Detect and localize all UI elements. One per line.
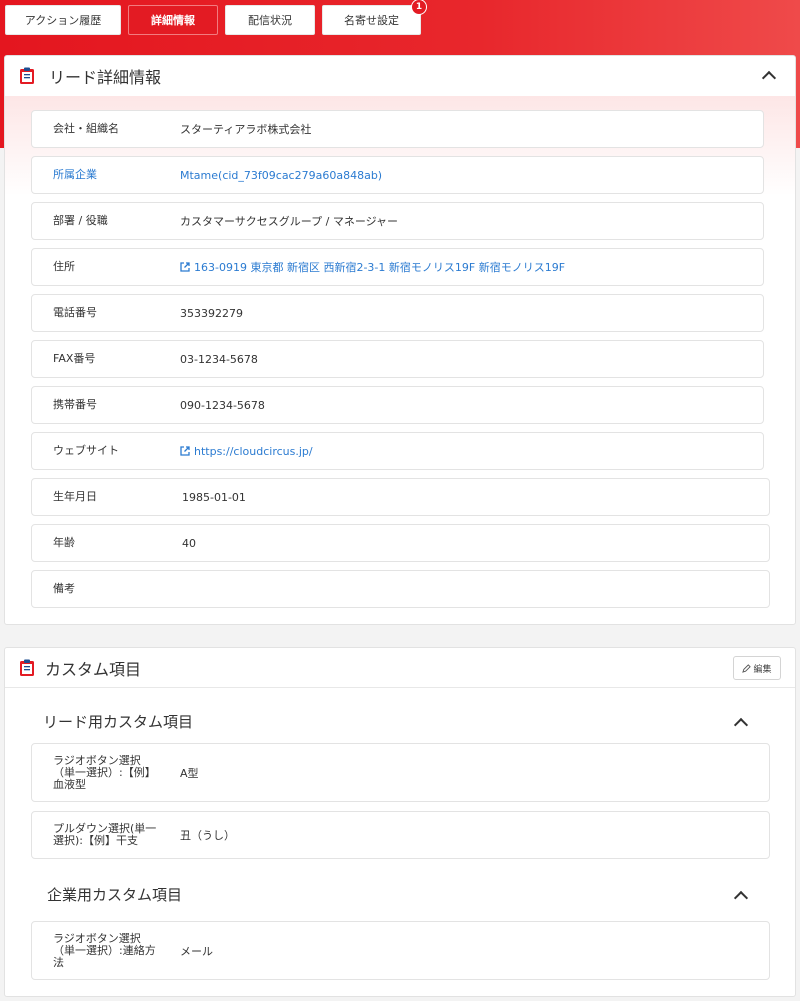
row-value: 090-1234-5678 bbox=[180, 398, 265, 412]
tab-label: 名寄せ設定 bbox=[344, 14, 399, 27]
detail-row-company: 会社・組織名 スターティアラボ株式会社 bbox=[31, 110, 764, 148]
row-value: 40 bbox=[182, 536, 196, 550]
row-value: A型 bbox=[180, 766, 199, 780]
row-value: 353392279 bbox=[180, 306, 243, 320]
custom-row-contact-method: ラジオボタン選択 （単一選択）:連絡方 法 メール bbox=[31, 921, 770, 980]
row-label: ウェブサイト bbox=[53, 444, 119, 457]
row-label: ラジオボタン選択 （単一選択）:連絡方 法 bbox=[53, 931, 156, 969]
row-value: 03-1234-5678 bbox=[180, 352, 258, 366]
custom-row-blood-type: ラジオボタン選択 （単一選択）:【例】 血液型 A型 bbox=[31, 743, 770, 802]
card-title: カスタム項目 bbox=[45, 659, 142, 679]
card-title: リード詳細情報 bbox=[49, 68, 162, 87]
detail-row-department: 部署 / 役職 カスタマーサクセスグループ / マネージャー bbox=[31, 202, 764, 240]
detail-row-phone: 電話番号 353392279 bbox=[31, 294, 764, 332]
detail-row-affiliated-company: 所属企業 Mtame(cid_73f09cac279a60a848ab) bbox=[31, 156, 764, 194]
company-link[interactable]: Mtame(cid_73f09cac279a60a848ab) bbox=[180, 169, 382, 182]
detail-row-notes: 備考 bbox=[31, 570, 770, 608]
tab-bar: アクション履歴 詳細情報 配信状況 名寄せ設定 1 bbox=[5, 0, 427, 35]
row-label[interactable]: 所属企業 bbox=[53, 169, 97, 181]
lead-detail-header: リード詳細情報 bbox=[5, 56, 795, 96]
row-value: メール bbox=[180, 944, 213, 958]
website-text: https://cloudcircus.jp/ bbox=[194, 444, 313, 458]
row-label: 会社・組織名 bbox=[53, 122, 119, 135]
row-label: FAX番号 bbox=[53, 352, 96, 365]
row-label: 生年月日 bbox=[53, 490, 97, 503]
address-text: 163-0919 東京都 新宿区 西新宿2-3-1 新宿モノリス19F 新宿モノ… bbox=[194, 261, 566, 274]
row-label: 年齢 bbox=[53, 536, 75, 549]
custom-row-zodiac: プルダウン選択(単一 選択):【例】干支 丑（うし） bbox=[31, 811, 770, 859]
tab-action-history[interactable]: アクション履歴 bbox=[5, 5, 121, 35]
tab-label: 詳細情報 bbox=[151, 14, 195, 27]
row-label: 携帯番号 bbox=[53, 398, 97, 411]
external-link-icon bbox=[180, 445, 190, 456]
row-value: スターティアラボ株式会社 bbox=[180, 123, 312, 136]
row-label: ラジオボタン選択 （単一選択）:【例】 血液型 bbox=[53, 753, 156, 791]
custom-fields-header: カスタム項目 編集 bbox=[5, 648, 795, 688]
detail-row-mobile: 携帯番号 090-1234-5678 bbox=[31, 386, 764, 424]
tab-delivery-status[interactable]: 配信状況 bbox=[225, 5, 315, 35]
clipboard-icon bbox=[19, 659, 35, 677]
row-label: 住所 bbox=[53, 260, 75, 273]
row-label: 電話番号 bbox=[53, 306, 97, 319]
tab-label: アクション履歴 bbox=[24, 14, 102, 27]
tab-merge-settings[interactable]: 名寄せ設定 1 bbox=[322, 0, 427, 35]
address-link[interactable]: 163-0919 東京都 新宿区 西新宿2-3-1 新宿モノリス19F 新宿モノ… bbox=[180, 259, 565, 275]
edit-label: 編集 bbox=[753, 664, 772, 675]
pencil-icon bbox=[742, 663, 752, 673]
row-value: カスタマーサクセスグループ / マネージャー bbox=[180, 215, 399, 228]
external-link-icon bbox=[180, 262, 190, 272]
tab-label: 配信状況 bbox=[248, 14, 292, 27]
detail-row-website: ウェブサイト https://cloudcircus.jp/ bbox=[31, 432, 764, 470]
row-value: 1985-01-01 bbox=[182, 490, 246, 504]
row-label: 備考 bbox=[53, 582, 75, 595]
row-label: 部署 / 役職 bbox=[53, 214, 108, 227]
detail-row-age: 年齢 40 bbox=[31, 524, 770, 562]
clipboard-icon bbox=[19, 67, 35, 85]
website-link[interactable]: https://cloudcircus.jp/ bbox=[180, 445, 313, 458]
row-label: プルダウン選択(単一 選択):【例】干支 bbox=[53, 822, 157, 847]
company-custom-section-title: 企業用カスタム項目 bbox=[47, 886, 183, 904]
row-value: 丑（うし） bbox=[180, 829, 235, 842]
detail-row-birthdate: 生年月日 1985-01-01 bbox=[31, 478, 770, 516]
tab-details[interactable]: 詳細情報 bbox=[128, 5, 218, 35]
detail-row-address: 住所 163-0919 東京都 新宿区 西新宿2-3-1 新宿モノリス19F 新… bbox=[31, 248, 764, 286]
edit-button[interactable]: 編集 bbox=[733, 656, 781, 680]
detail-row-fax: FAX番号 03-1234-5678 bbox=[31, 340, 764, 378]
lead-custom-section-title: リード用カスタム項目 bbox=[43, 713, 194, 731]
